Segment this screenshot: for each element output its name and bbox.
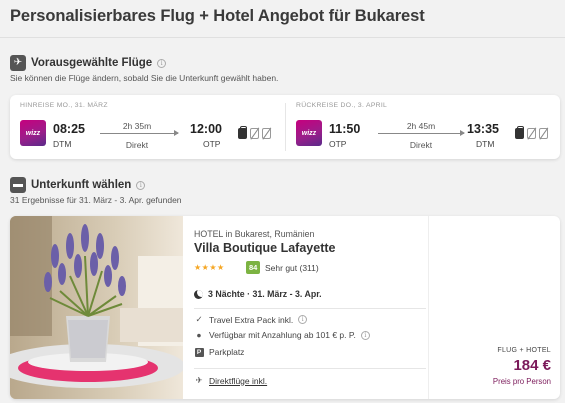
flight-stops: Direkt: [125, 140, 149, 150]
review-rating-text[interactable]: Sehr gut (311): [265, 263, 319, 273]
outbound-heading: HINREISE MO., 31. MÄRZ: [20, 102, 108, 109]
departure-airport: OTP: [329, 139, 347, 149]
parking-icon: P: [194, 348, 204, 357]
arrow-right-icon: [378, 130, 465, 136]
flights-section-title: Vorausgewählte Flüge: [31, 57, 153, 69]
hotel-location: HOTEL in Bukarest, Rumänien: [194, 229, 315, 239]
check-icon: ✓: [195, 314, 203, 324]
flight-duration: 2h 45m: [406, 121, 436, 131]
no-cabin-bag-icon: [527, 128, 536, 139]
flight-stops: Direkt: [409, 140, 433, 150]
moon-icon: [194, 289, 203, 299]
hotel-card[interactable]: HOTEL in Bukarest, Rumänien Villa Boutiq…: [10, 216, 560, 399]
info-icon[interactable]: i: [157, 58, 167, 68]
departure-time: 08:25: [53, 122, 85, 136]
page-title: Personalisierbares Flug + Hotel Angebot …: [10, 7, 425, 25]
flights-section-header: ✈ Vorausgewählte Flüge i: [10, 55, 167, 71]
info-divider: [194, 308, 426, 309]
info-icon[interactable]: i: [298, 315, 308, 324]
price-label: FLUG + HOTEL: [497, 347, 551, 354]
price-per-person-label: Preis pro Person: [492, 377, 551, 386]
direct-flights-link[interactable]: Direktflüge inkl.: [209, 376, 267, 386]
feature-text: Parkplatz: [209, 346, 245, 357]
arrival-airport: OTP: [203, 139, 221, 149]
info-divider: [194, 368, 426, 369]
baggage-icons: [238, 126, 271, 139]
stay-duration: 3 Nächte · 31. März - 3. Apr.: [194, 289, 322, 299]
results-count: 31 Ergebnisse für 31. März - 3. Apr. gef…: [10, 195, 182, 205]
title-divider: [0, 37, 565, 38]
return-leg[interactable]: RÜCKREISE DO., 3. APRIL wizz 11:50 OTP 2…: [286, 95, 560, 159]
plane-icon: ✈: [10, 55, 26, 71]
flight-duration: 2h 35m: [122, 121, 152, 131]
no-checked-bag-icon: [539, 128, 548, 139]
airline-logo: wizz: [20, 120, 46, 146]
plane-icon: ✈: [195, 375, 203, 385]
hotel-photo[interactable]: [10, 216, 183, 399]
bed-icon: ▬: [10, 177, 26, 193]
return-heading: RÜCKREISE DO., 3. APRIL: [296, 102, 388, 109]
feature-text: Travel Extra Pack inkl.: [209, 314, 294, 325]
info-icon[interactable]: i: [136, 180, 146, 190]
accommodation-section-header: ▬ Unterkunft wählen i: [10, 177, 146, 193]
feature-parking: P Parkplatz: [194, 346, 244, 357]
arrow-right-icon: [100, 130, 179, 136]
price: 184 €: [513, 357, 551, 374]
star-rating: ★★★★: [194, 263, 225, 272]
coin-icon: ●: [196, 330, 202, 340]
no-checked-bag-icon: [262, 128, 271, 139]
hotel-name[interactable]: Villa Boutique Lafayette: [194, 241, 335, 255]
flights-section-subtitle: Sie können die Flüge ändern, sobald Sie …: [10, 73, 279, 83]
departure-time: 11:50: [329, 122, 361, 136]
airline-logo: wizz: [296, 120, 322, 146]
flight-card[interactable]: HINREISE MO., 31. MÄRZ wizz 08:25 DTM 2h…: [10, 95, 560, 159]
no-cabin-bag-icon: [250, 128, 259, 139]
arrival-time: 13:35: [467, 122, 499, 136]
outbound-leg[interactable]: HINREISE MO., 31. MÄRZ wizz 08:25 DTM 2h…: [10, 95, 284, 159]
departure-airport: DTM: [53, 139, 72, 149]
review-score-badge: 84: [246, 261, 261, 274]
stay-duration-text: 3 Nächte · 31. März - 3. Apr.: [208, 289, 322, 299]
price-column[interactable]: FLUG + HOTEL 184 € Preis pro Person: [428, 216, 560, 399]
personal-bag-icon: [238, 126, 247, 139]
feature-text: Verfügbar mit Anzahlung ab 101 € p. P.: [209, 330, 356, 340]
feature-travel-extra-pack: ✓ Travel Extra Pack inkl. i: [194, 314, 308, 325]
arrival-time: 12:00: [190, 122, 222, 136]
info-icon[interactable]: i: [360, 330, 370, 340]
direct-flights-row: ✈ Direktflüge inkl.: [194, 375, 267, 386]
personal-bag-icon: [515, 126, 524, 139]
baggage-icons: [515, 126, 548, 139]
hotel-info: HOTEL in Bukarest, Rumänien Villa Boutiq…: [194, 216, 426, 399]
accommodation-section-title: Unterkunft wählen: [31, 179, 132, 191]
arrival-airport: DTM: [476, 139, 495, 149]
feature-deposit: ● Verfügbar mit Anzahlung ab 101 € p. P.…: [194, 330, 370, 340]
